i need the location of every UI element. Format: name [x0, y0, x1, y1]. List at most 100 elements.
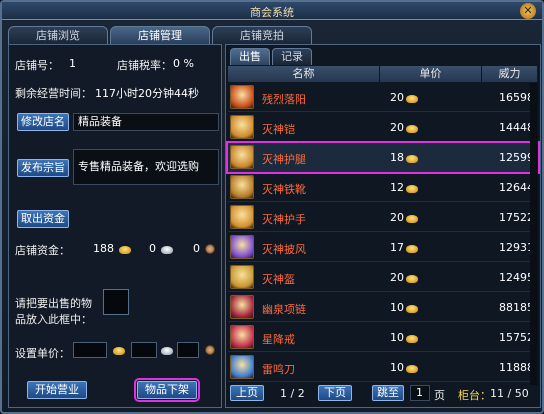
item-name: 雷鸣刀 — [262, 363, 295, 376]
gold-coin-icon — [406, 275, 418, 283]
price-silver-input[interactable] — [131, 342, 157, 358]
gold-coin-icon — [113, 347, 125, 355]
item-power: 12644 — [499, 181, 534, 194]
window-title: 商会系统 — [250, 6, 294, 19]
title-bar: 商会系统 ✕ — [2, 2, 542, 20]
silver-coin-icon — [161, 347, 173, 355]
item-name: 灭神铁靴 — [262, 183, 306, 196]
item-price: 20 — [390, 91, 404, 104]
shop-id-label: 店铺号： — [15, 59, 59, 72]
item-power: 12931 — [499, 241, 534, 254]
gold-coin-icon — [406, 245, 418, 253]
shop-name-field[interactable]: 精品装备 — [73, 113, 219, 131]
gold-coin-icon — [406, 215, 418, 223]
jump-to-button[interactable]: 跳至 — [372, 385, 404, 401]
funds-silver-value: 0 — [149, 242, 156, 255]
list-scrollbar[interactable] — [530, 83, 538, 385]
gold-coin-icon — [406, 95, 418, 103]
shop-window: 商会系统 ✕ 店铺浏览 店铺管理 店铺竞拍 店铺号： 1 店铺税率： 0 % 剩… — [0, 0, 544, 414]
tab-for-sale[interactable]: 出售 — [230, 48, 270, 65]
sell-item-slot[interactable] — [103, 289, 129, 315]
counter-label: 柜台： — [458, 389, 491, 402]
item-name: 残烈落阳 — [262, 93, 306, 106]
gold-coin-icon — [406, 365, 418, 373]
shop-id-value: 1 — [69, 57, 76, 70]
copper-coin-icon — [205, 244, 215, 254]
item-price: 20 — [390, 271, 404, 284]
gold-coin-icon — [406, 305, 418, 313]
item-icon — [230, 115, 254, 139]
column-header-name: 名称 — [228, 66, 380, 82]
item-row[interactable]: 幽泉项链 10 88185 — [228, 293, 538, 322]
item-icon — [230, 295, 254, 319]
item-row[interactable]: 灭神护腿 18 12599 — [226, 141, 540, 174]
item-price: 18 — [390, 151, 404, 164]
item-price: 20 — [390, 121, 404, 134]
item-name: 灭神铠 — [262, 123, 295, 136]
item-name: 灭神披风 — [262, 243, 306, 256]
tax-label: 店铺税率： — [117, 59, 172, 72]
item-power: 11888 — [499, 361, 534, 374]
item-price: 20 — [390, 211, 404, 224]
column-header-power: 威力 — [482, 66, 538, 82]
column-header-price: 单价 — [380, 66, 482, 82]
funds-copper-value: 0 — [193, 242, 200, 255]
copper-coin-icon — [205, 345, 215, 355]
item-power: 14448 — [499, 121, 534, 134]
item-name: 灭神护腿 — [262, 153, 306, 166]
silver-coin-icon — [161, 246, 173, 254]
gold-coin-icon — [406, 125, 418, 133]
page-indicator: 1 / 2 — [280, 387, 305, 400]
gold-coin-icon — [406, 185, 418, 193]
item-name: 幽泉项链 — [262, 303, 306, 316]
gold-coin-icon — [119, 246, 131, 254]
price-copper-input[interactable] — [177, 342, 199, 358]
item-price: 10 — [390, 361, 404, 374]
item-icon — [230, 205, 254, 229]
item-power: 12495 — [499, 271, 534, 284]
rename-button[interactable]: 修改店名 — [17, 113, 69, 131]
item-list-panel: 出售 记录 名称 单价 威力 残烈落阳 20 16598 灭神铠 20 14448 灭神护腿… — [225, 44, 541, 408]
item-price: 12 — [390, 181, 404, 194]
item-price: 10 — [390, 301, 404, 314]
item-name: 灭神护手 — [262, 213, 306, 226]
funds-gold-value: 188 — [93, 242, 114, 255]
withdraw-funds-button[interactable]: 取出资金 — [17, 210, 69, 228]
item-row[interactable]: 灭神披风 17 12931 — [228, 233, 538, 262]
prev-page-button[interactable]: 上页 — [230, 385, 264, 401]
item-row[interactable]: 星降戒 10 15752 — [228, 323, 538, 352]
close-icon[interactable]: ✕ — [520, 3, 536, 19]
item-power: 12599 — [499, 151, 534, 164]
tab-shop-manage[interactable]: 店铺管理 — [110, 26, 210, 44]
item-row[interactable]: 灭神铠 20 14448 — [228, 113, 538, 142]
start-business-button[interactable]: 开始营业 — [27, 381, 87, 399]
unlist-item-button[interactable]: 物品下架 — [134, 378, 200, 402]
item-row[interactable]: 雷鸣刀 10 11888 — [228, 353, 538, 382]
tax-value: 0 % — [173, 57, 194, 70]
item-row[interactable]: 灭神护手 20 17522 — [228, 203, 538, 232]
time-value: 117小时20分钟44秒 — [95, 87, 199, 100]
item-row[interactable]: 残烈落阳 20 16598 — [228, 83, 538, 112]
motto-button[interactable]: 发布宗旨 — [17, 159, 69, 177]
item-icon — [230, 85, 254, 109]
jump-page-input[interactable]: 1 — [410, 385, 430, 401]
item-power: 88185 — [499, 301, 534, 314]
item-row[interactable]: 灭神盔 20 12495 — [228, 263, 538, 292]
gold-coin-icon — [406, 155, 418, 163]
counter-value: 11 / 50 — [490, 387, 529, 400]
tab-records[interactable]: 记录 — [272, 48, 312, 65]
price-gold-input[interactable] — [73, 342, 107, 358]
time-label: 剩余经营时间： — [15, 87, 92, 100]
page-unit-label: 页 — [434, 389, 445, 402]
next-page-button[interactable]: 下页 — [318, 385, 352, 401]
tab-shop-browse[interactable]: 店铺浏览 — [8, 26, 108, 44]
item-icon — [230, 235, 254, 259]
item-row[interactable]: 灭神铁靴 12 12644 — [228, 173, 538, 202]
motto-field[interactable]: 专售精品装备，欢迎选购 — [73, 149, 219, 185]
item-price: 17 — [390, 241, 404, 254]
item-icon — [230, 355, 254, 379]
tab-shop-auction[interactable]: 店铺竞拍 — [212, 26, 312, 44]
item-power: 16598 — [499, 91, 534, 104]
item-power: 15752 — [499, 331, 534, 344]
item-icon — [230, 145, 254, 169]
